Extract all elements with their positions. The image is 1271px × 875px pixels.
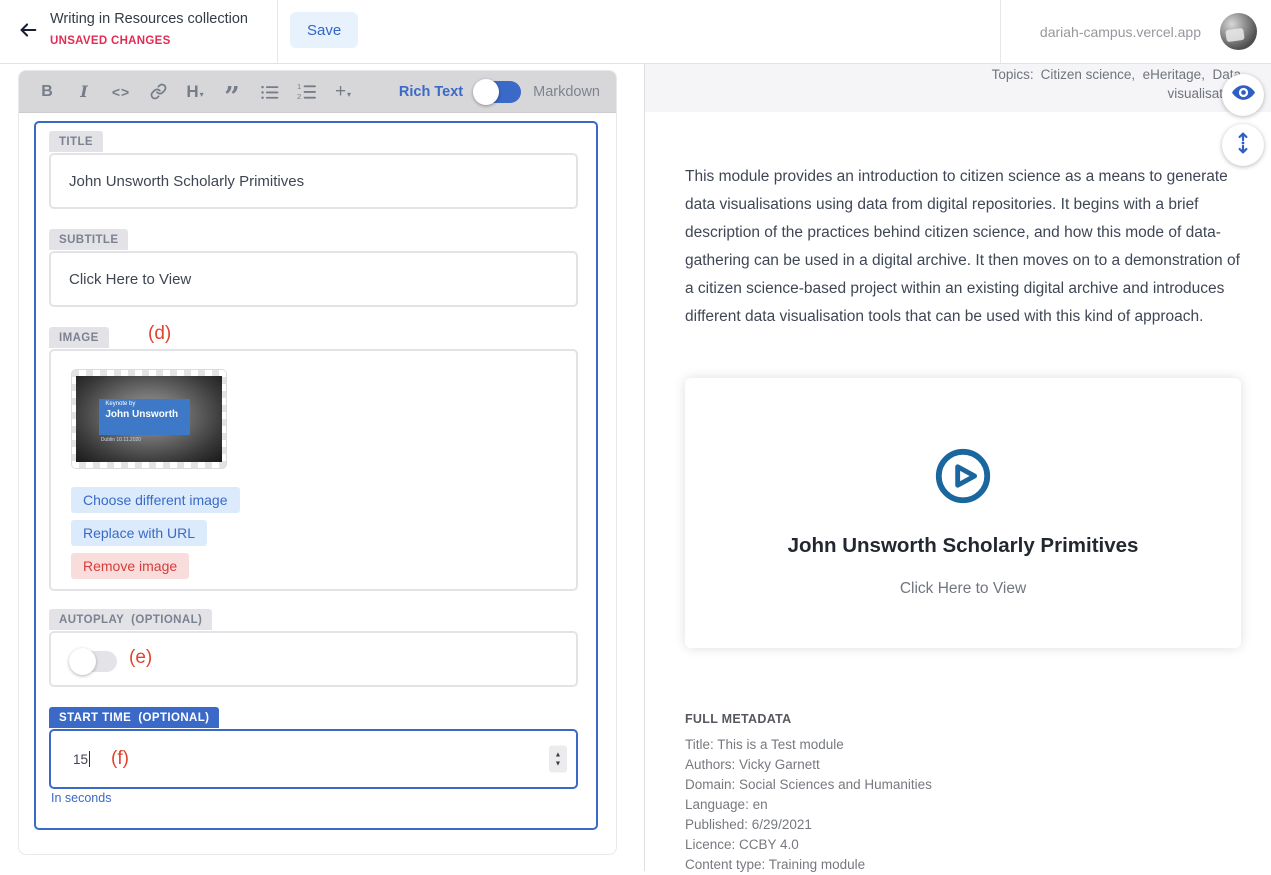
avatar[interactable] [1220,13,1257,50]
metadata-line: Licence: CCBY 4.0 [685,835,932,855]
markdown-toolbar: B I <> H ▾ ” 12 + ▾ Rich Text [19,71,616,113]
metadata-line: Domain: Social Sciences and Humanities [685,775,932,795]
bullet-list-icon[interactable] [257,77,281,107]
video-thumbnail-image: Keynote by John Unsworth Dublin 10.11.20… [76,376,222,462]
editor-mode-switch: Rich Text Markdown [399,81,600,103]
editor-pane: B I <> H ▾ ” 12 + ▾ Rich Text [0,64,644,871]
collection-title: Writing in Resources collection [50,11,248,27]
video-card-title: John Unsworth Scholarly Primitives [685,534,1241,558]
choose-different-image-button[interactable]: Choose different image [71,487,240,513]
number-stepper[interactable]: ▲ ▼ [549,746,567,773]
metadata-line: Content type: Training module [685,855,932,875]
svg-text:1: 1 [297,83,301,91]
topic-item: eHeritage [1143,67,1213,82]
metadata-line: Language: en [685,795,932,815]
toggle-knob [473,79,499,105]
stepper-down-icon: ▼ [555,760,562,767]
heading-icon[interactable]: H ▾ [183,77,207,107]
scroll-sync-button[interactable] [1222,124,1264,166]
annotation-e: (e) [129,647,152,669]
back-button[interactable] [12,16,44,48]
mode-toggle[interactable] [475,81,521,103]
quote-icon[interactable]: ” [220,77,244,107]
video-card-subtitle: Click Here to View [685,580,1241,598]
save-button[interactable]: Save [290,12,358,48]
annotation-f: (f) [111,748,129,770]
autoplay-toggle[interactable] [71,651,117,672]
subtitle-field-label: SUBTITLE [49,229,128,250]
image-widget: Keynote by John Unsworth Dublin 10.11.20… [49,349,578,591]
add-component-icon[interactable]: + ▾ [331,77,355,107]
title-input[interactable]: John Unsworth Scholarly Primitives [49,153,578,209]
visual-preview-toggle-button[interactable] [1222,74,1264,116]
module-description: This module provides an introduction to … [685,163,1245,331]
stepper-up-icon: ▲ [555,751,562,758]
scroll-sync-arrows-icon [1231,131,1255,160]
start-time-hint: In seconds [51,791,111,805]
replace-with-url-button[interactable]: Replace with URL [71,520,207,546]
video-preview-card: John Unsworth Scholarly Primitives Click… [685,378,1241,648]
eye-icon [1230,79,1257,111]
start-time-input[interactable]: 15 (f) ▲ ▼ [49,729,578,789]
title-field-label: TITLE [49,131,103,152]
toggle-knob [69,648,96,675]
video-object-widget: TITLE John Unsworth Scholarly Primitives… [34,121,598,830]
text-caret [89,751,90,767]
metadata-line: Authors: Vicky Garnett [685,755,932,775]
numbered-list-icon[interactable]: 12 [294,77,318,107]
metadata-line: Published: 6/29/2021 [685,815,932,835]
code-icon[interactable]: <> [109,77,133,107]
topbar-divider [277,0,278,63]
rich-text-label: Rich Text [399,84,463,100]
site-name: dariah-campus.vercel.app [1040,24,1201,40]
metadata-line: Title: This is a Test module [685,735,932,755]
subtitle-input[interactable]: Click Here to View [49,251,578,307]
full-metadata-heading: FULL METADATA [685,712,791,726]
play-icon [685,445,1241,512]
link-icon[interactable] [146,77,170,107]
markdown-label: Markdown [533,84,600,100]
topics: Topics:Citizen scienceeHeritageData visu… [941,64,1241,103]
image-thumbnail: Keynote by John Unsworth Dublin 10.11.20… [71,369,227,469]
chevron-down-icon: ▾ [347,84,351,99]
svg-text:2: 2 [297,92,301,100]
chevron-down-icon: ▾ [200,84,204,99]
autoplay-widget: (e) [49,631,578,687]
annotation-d: (d) [148,323,171,345]
bold-icon[interactable]: B [35,77,59,107]
preview-pane: Topics:Citizen scienceeHeritageData visu… [645,64,1271,871]
image-field-label: IMAGE [49,327,109,348]
editor-panel: B I <> H ▾ ” 12 + ▾ Rich Text [18,70,617,855]
top-bar: Writing in Resources collection UNSAVED … [0,0,1271,64]
topbar-divider [1000,0,1001,63]
topic-item: Citizen science [1041,67,1143,82]
thumbnail-title-box: Keynote by John Unsworth [99,399,190,435]
back-arrow-icon [17,19,39,46]
start-time-value: 15 [73,752,88,767]
italic-icon[interactable]: I [72,77,96,107]
metadata-list: Title: This is a Test moduleAuthors: Vic… [685,735,932,875]
start-time-field-label: START TIME (OPTIONAL) [49,707,219,728]
unsaved-changes-status: UNSAVED CHANGES [50,35,171,47]
autoplay-field-label: AUTOPLAY (OPTIONAL) [49,609,212,630]
remove-image-button[interactable]: Remove image [71,553,189,579]
topics-label: Topics: [992,67,1034,82]
